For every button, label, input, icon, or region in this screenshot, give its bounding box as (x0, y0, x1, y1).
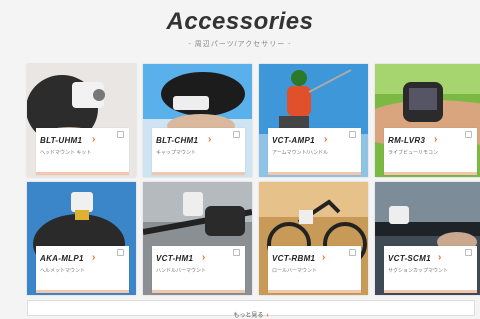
model-description: アームマウント/ハンドル (272, 150, 328, 156)
link-icon (117, 249, 124, 256)
model-description: キャップマウント (156, 150, 197, 156)
model-description: ハンドルバーマウント (156, 268, 207, 274)
page-title: Accessories (166, 8, 314, 35)
accessory-card[interactable]: BLT-CHM1 › キャップマウント (143, 64, 252, 177)
link-icon (349, 131, 356, 138)
card-info: AKA-MLP1 › ヘルメットマウント (36, 246, 129, 293)
chevron-right-icon: › (434, 134, 438, 145)
model-description: ヘッドマウント キット (40, 150, 92, 156)
model-name: BLT-UHM1 (40, 136, 83, 145)
card-info: VCT-RBM1 › ロールバーマウント (268, 246, 361, 293)
show-more-button[interactable]: もっと見る › (27, 300, 475, 319)
chevron-right-icon: › (324, 134, 328, 145)
page-subtitle: - 周辺パーツ/アクセサリー - (188, 41, 292, 48)
show-more-label: もっと見る (233, 313, 264, 319)
link-icon (233, 249, 240, 256)
accessory-card[interactable]: VCT-RBM1 › ロールバーマウント (259, 182, 368, 295)
chevron-right-icon: › (92, 134, 96, 145)
accessory-card[interactable]: VCT-SCM1 › サクションカップマウント (375, 182, 480, 295)
model-name: VCT-HM1 (156, 254, 194, 263)
chevron-right-icon: › (202, 252, 206, 263)
chevron-right-icon: › (92, 252, 96, 263)
accessory-grid: BLT-UHM1 › ヘッドマウント キット BLT-CHM1 › キャップマウ… (27, 64, 480, 295)
card-info: VCT-SCM1 › サクションカップマウント (384, 246, 477, 293)
link-icon (349, 249, 356, 256)
model-name: VCT-SCM1 (388, 254, 431, 263)
link-icon (465, 131, 472, 138)
chevron-right-icon: › (208, 134, 212, 145)
accessory-card[interactable]: VCT-AMP1 › アームマウント/ハンドル (259, 64, 368, 177)
card-info: BLT-CHM1 › キャップマウント (152, 128, 245, 175)
accessory-card[interactable]: RM-LVR3 › ライブビューリモコン (375, 64, 480, 177)
accessory-card[interactable]: AKA-MLP1 › ヘルメットマウント (27, 182, 136, 295)
model-name: VCT-AMP1 (272, 136, 315, 145)
page-header: Accessories - 周辺パーツ/アクセサリー - (0, 0, 480, 60)
model-description: ロールバーマウント (272, 268, 318, 274)
card-info: RM-LVR3 › ライブビューリモコン (384, 128, 477, 175)
chevron-right-icon: › (322, 252, 326, 263)
link-icon (465, 249, 472, 256)
accessory-card[interactable]: BLT-UHM1 › ヘッドマウント キット (27, 64, 136, 177)
model-description: ライブビューリモコン (388, 150, 439, 156)
link-icon (117, 131, 124, 138)
accessory-card[interactable]: VCT-HM1 › ハンドルバーマウント (143, 182, 252, 295)
model-name: VCT-RBM1 (272, 254, 316, 263)
model-name: RM-LVR3 (388, 136, 426, 145)
chevron-right-icon: › (438, 252, 442, 263)
chevron-right-icon: › (266, 312, 269, 319)
link-icon (233, 131, 240, 138)
card-info: BLT-UHM1 › ヘッドマウント キット (36, 128, 129, 175)
model-name: BLT-CHM1 (156, 136, 199, 145)
model-name: AKA-MLP1 (40, 254, 84, 263)
model-description: サクションカップマウント (388, 268, 449, 274)
model-description: ヘルメットマウント (40, 268, 86, 274)
card-info: VCT-AMP1 › アームマウント/ハンドル (268, 128, 361, 175)
card-info: VCT-HM1 › ハンドルバーマウント (152, 246, 245, 293)
